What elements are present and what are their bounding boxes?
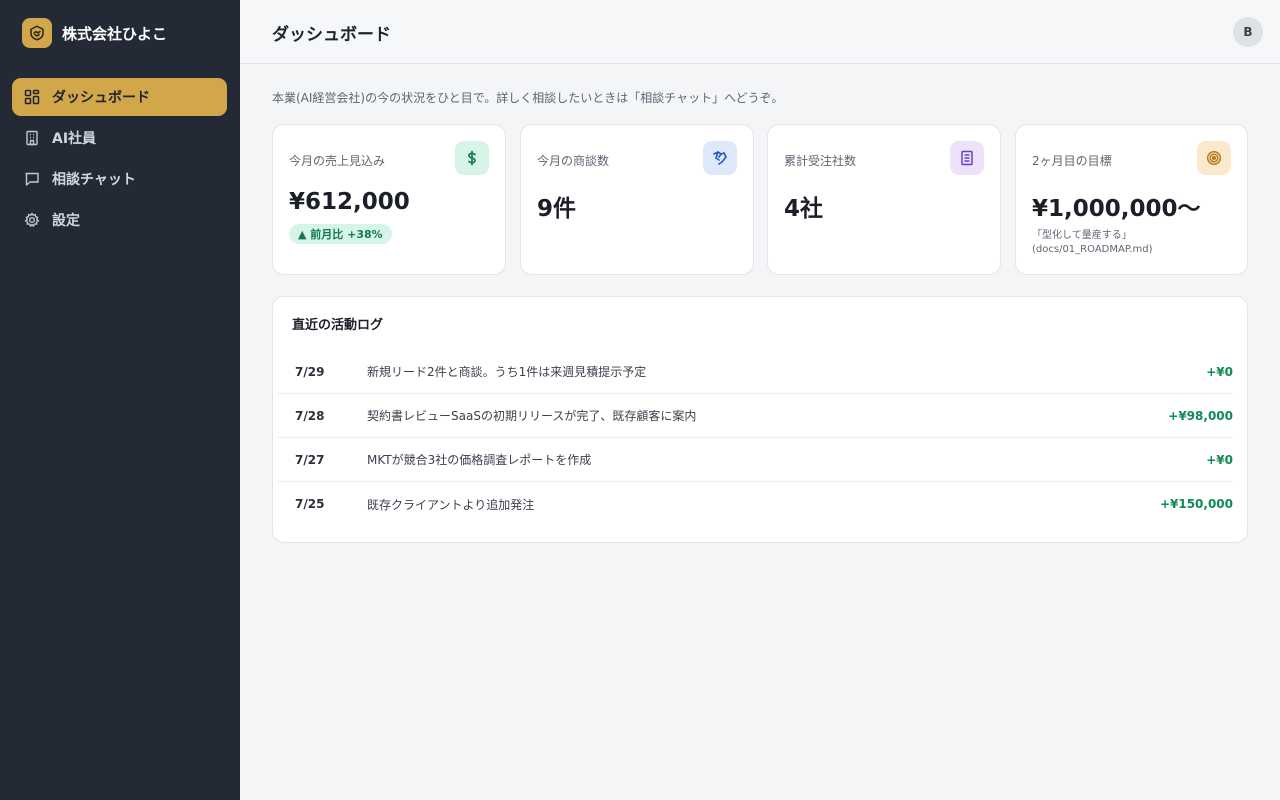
stat-label: 2ヶ月目の目標 — [1032, 154, 1112, 168]
handshake-logo-icon — [22, 18, 52, 48]
sidebar-item-label: ダッシュボード — [52, 90, 150, 106]
intro-text: 本業(AI経営会社)の今の状況をひと目で。詳しく相談したいときは「相談チャット」… — [272, 91, 784, 105]
grid-icon — [24, 89, 40, 105]
log-amount: +¥98,000 — [1168, 408, 1233, 423]
sidebar: 株式会社ひよこ ダッシュボード AI社員 相談チャット 設定 — [0, 0, 240, 800]
brand-name: 株式会社ひよこ — [62, 24, 168, 43]
sidebar-item-ai-staff[interactable]: AI社員 — [12, 119, 227, 157]
sidebar-item-label: 設定 — [52, 213, 80, 229]
activity-log-title: 直近の活動ログ — [292, 318, 384, 333]
handshake-icon — [703, 141, 737, 175]
sidebar-item-label: AI社員 — [52, 131, 97, 147]
page-title: ダッシュボード — [272, 25, 391, 45]
table-row: 7/27 MKTが競合3社の価格調査レポートを作成 +¥0 — [277, 438, 1233, 482]
document-icon — [950, 141, 984, 175]
stat-label: 今月の売上見込み — [289, 154, 386, 168]
chat-icon — [24, 171, 40, 187]
goal-note-line: 「型化して量産する」 — [1032, 230, 1132, 241]
brand[interactable]: 株式会社ひよこ — [22, 18, 167, 48]
log-amount: +¥0 — [1206, 452, 1233, 467]
target-icon — [1197, 141, 1231, 175]
sidebar-nav: ダッシュボード AI社員 相談チャット 設定 — [12, 78, 227, 242]
log-date: 7/29 — [295, 364, 325, 379]
stat-value: ¥1,000,000〜 — [1032, 196, 1201, 222]
log-text: MKTが競合3社の価格調査レポートを作成 — [367, 453, 592, 467]
stat-value: 9件 — [537, 196, 577, 222]
stat-card-meetings: 今月の商談数 9件 — [520, 124, 754, 275]
stat-card-clients: 累計受注社数 4社 — [767, 124, 1001, 275]
sidebar-item-dashboard[interactable]: ダッシュボード — [12, 78, 227, 116]
stat-card-goal: 2ヶ月目の目標 ¥1,000,000〜 「型化して量産する」 (docs/01_… — [1015, 124, 1248, 275]
log-date: 7/28 — [295, 408, 325, 423]
sidebar-item-chat[interactable]: 相談チャット — [12, 160, 227, 198]
avatar[interactable]: B — [1233, 17, 1263, 47]
activity-log-card: 直近の活動ログ 7/29 新規リード2件と商談。うち1件は来週見積提示予定 +¥… — [272, 296, 1248, 543]
log-text: 新規リード2件と商談。うち1件は来週見積提示予定 — [367, 365, 647, 379]
log-amount: +¥0 — [1206, 364, 1233, 379]
goal-note: 「型化して量産する」 (docs/01_ROADMAP.md) — [1032, 229, 1152, 257]
log-amount: +¥150,000 — [1159, 497, 1233, 511]
trend-badge: ▲ 前月比 +38% — [289, 224, 392, 244]
stat-card-sales-forecast: 今月の売上見込み ¥612,000 ▲ 前月比 +38% — [272, 124, 506, 275]
log-date: 7/25 — [295, 497, 325, 511]
building-icon — [24, 130, 40, 146]
log-text: 契約書レビューSaaSの初期リリースが完了、既存顧客に案内 — [367, 409, 697, 423]
sidebar-item-label: 相談チャット — [52, 172, 136, 188]
table-row: 7/28 契約書レビューSaaSの初期リリースが完了、既存顧客に案内 +¥98,… — [277, 394, 1233, 438]
goal-note-source: (docs/01_ROADMAP.md) — [1032, 244, 1153, 255]
stat-value: ¥612,000 — [289, 189, 410, 215]
log-date: 7/27 — [295, 452, 325, 467]
log-text: 既存クライアントより追加発注 — [367, 497, 535, 512]
table-row: 7/25 既存クライアントより追加発注 +¥150,000 — [277, 482, 1233, 526]
stat-label: 累計受注社数 — [784, 154, 857, 168]
activity-log-list: 7/29 新規リード2件と商談。うち1件は来週見積提示予定 +¥0 7/28 契… — [277, 350, 1233, 526]
sidebar-item-settings[interactable]: 設定 — [12, 201, 227, 239]
stat-label: 今月の商談数 — [537, 154, 610, 168]
stat-value: 4社 — [784, 196, 824, 222]
dollar-icon — [455, 141, 489, 175]
top-bar: ダッシュボード B — [240, 0, 1280, 64]
gear-icon — [24, 212, 40, 228]
table-row: 7/29 新規リード2件と商談。うち1件は来週見積提示予定 +¥0 — [277, 350, 1233, 394]
